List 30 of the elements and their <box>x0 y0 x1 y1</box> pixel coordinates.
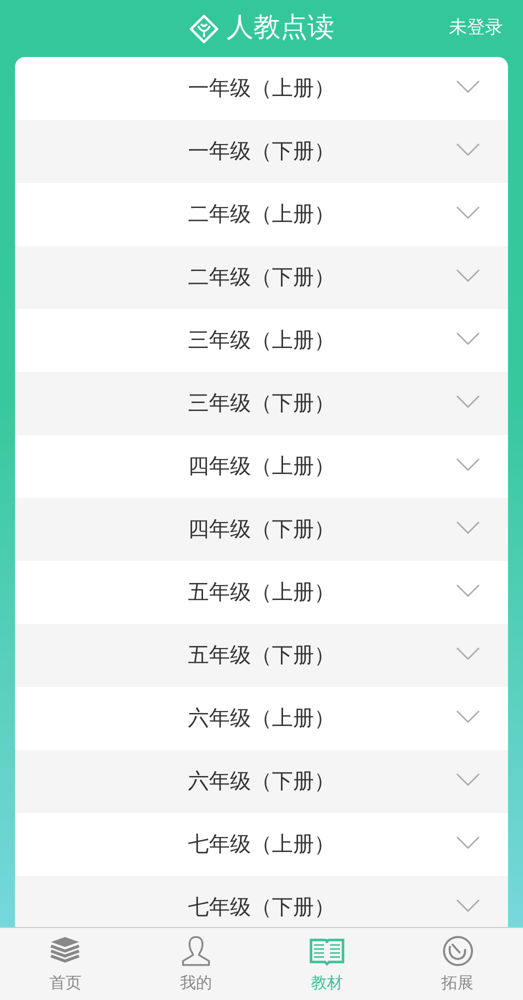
grade-label: 四年级（下册） <box>188 516 335 543</box>
grade-label: 一年级（上册） <box>188 74 335 102</box>
grade-label: 五年级（上册） <box>188 578 335 606</box>
grade-label: 六年级（下册） <box>188 768 335 795</box>
grade-label: 七年级（上册） <box>188 830 335 858</box>
grade-row[interactable]: 三年级（下册） <box>15 372 508 435</box>
grade-row[interactable]: 七年级（下册） <box>15 876 508 927</box>
grade-row[interactable]: 四年级（上册） <box>15 435 508 498</box>
grade-row[interactable]: 四年级（下册） <box>15 498 508 561</box>
app-title: 人教点读 <box>226 11 334 46</box>
grade-label: 六年级（上册） <box>188 704 335 732</box>
grade-row[interactable]: 二年级（上册） <box>15 183 508 246</box>
grade-row[interactable]: 一年级（下册） <box>15 120 508 183</box>
grade-label: 四年级（上册） <box>188 452 335 480</box>
grade-label: 三年级（上册） <box>188 326 335 354</box>
grade-row[interactable]: 二年级（下册） <box>15 246 508 309</box>
grade-label: 七年级（下册） <box>188 894 335 921</box>
grade-row[interactable]: 三年级（上册） <box>15 309 508 372</box>
grade-row[interactable]: 一年级（上册） <box>15 57 508 120</box>
grade-row[interactable]: 五年级（下册） <box>15 624 508 687</box>
grade-label: 二年级（下册） <box>188 264 335 291</box>
grade-row[interactable]: 五年级（上册） <box>15 561 508 624</box>
grade-label: 一年级（下册） <box>188 138 335 165</box>
grade-label: 五年级（下册） <box>188 642 335 669</box>
grade-row[interactable]: 六年级（上册） <box>15 687 508 750</box>
grade-label: 三年级（下册） <box>188 390 335 417</box>
grade-row[interactable]: 七年级（上册） <box>15 813 508 876</box>
grade-row[interactable]: 六年级（下册） <box>15 750 508 813</box>
logo-icon <box>188 14 218 44</box>
grade-label: 二年级（上册） <box>188 200 335 228</box>
